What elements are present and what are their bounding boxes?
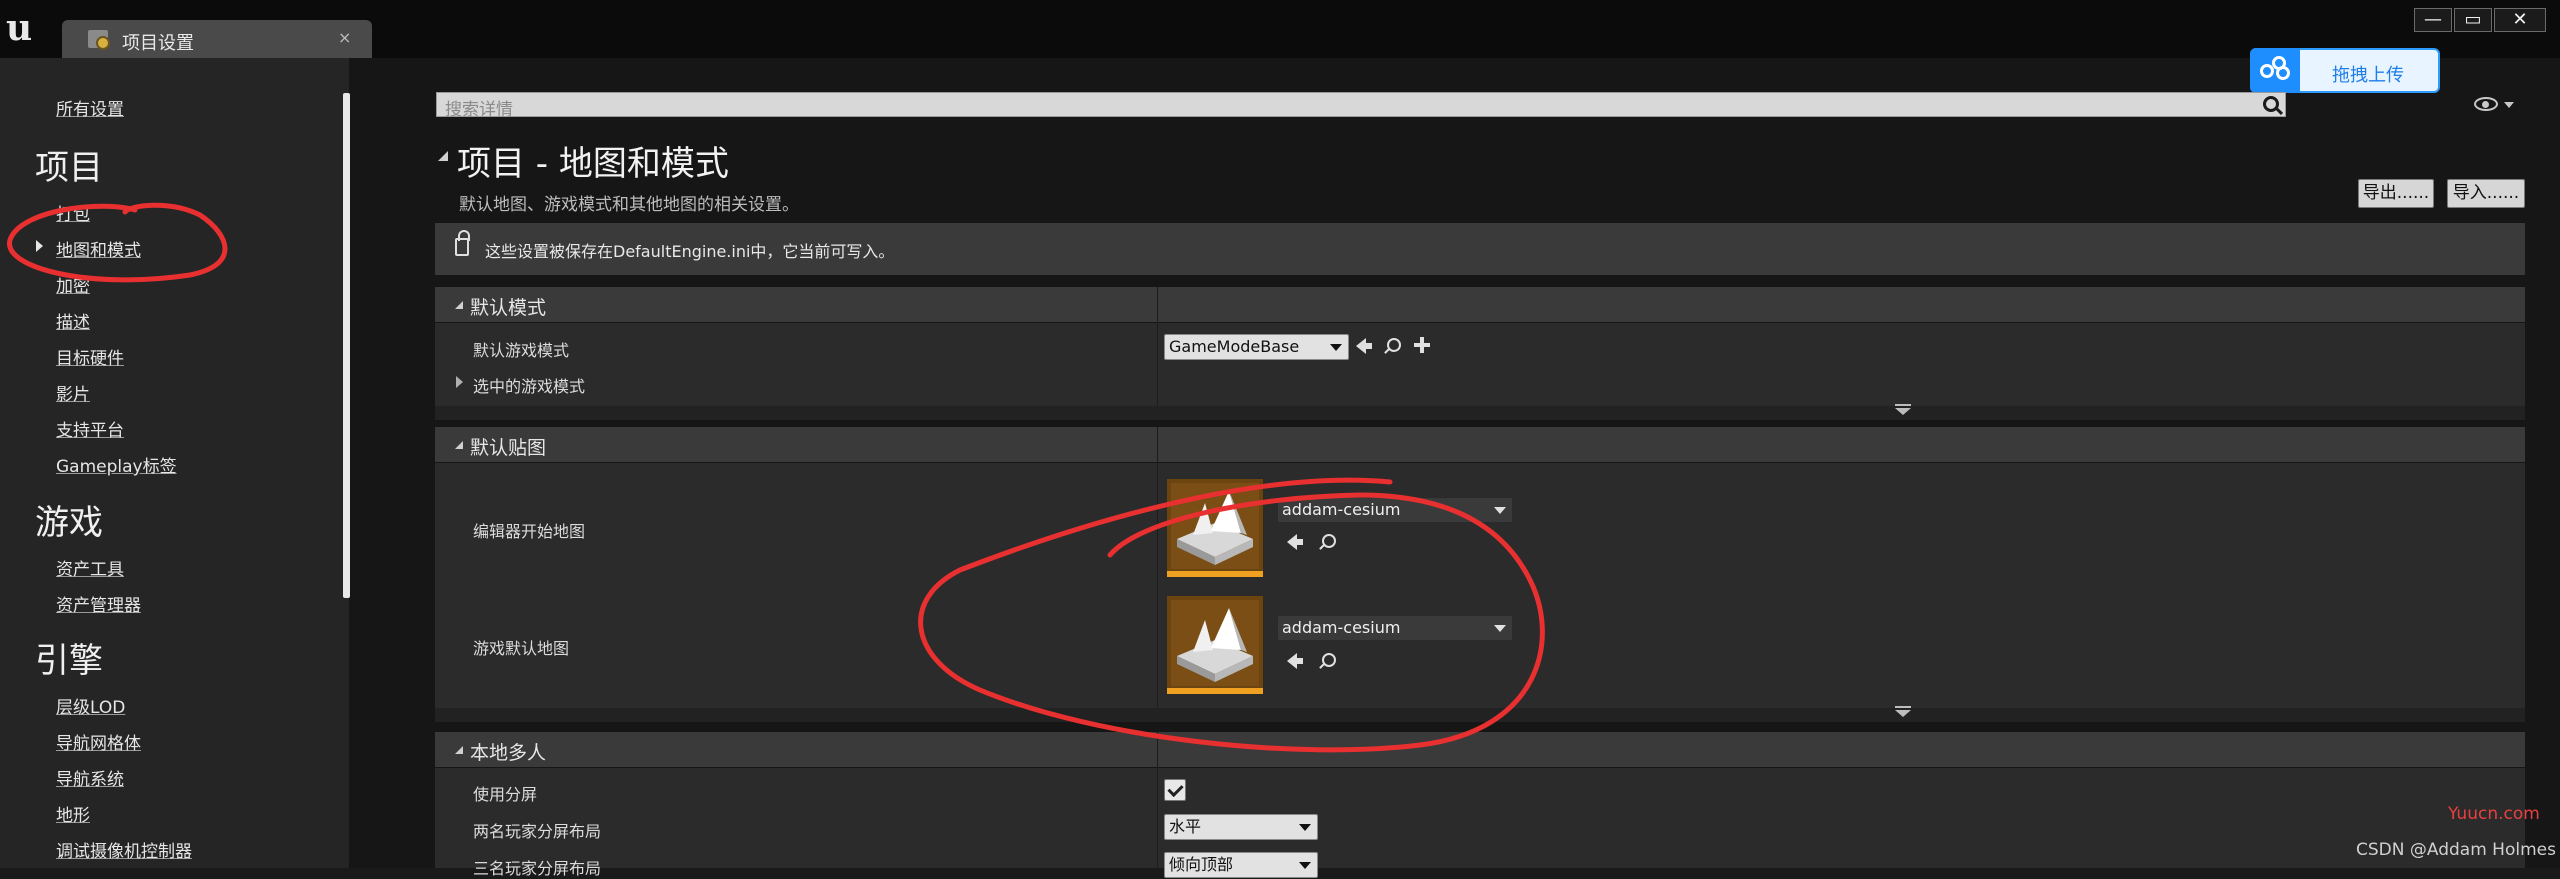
- annotation-circle-sidebar: [7, 202, 228, 283]
- site-watermark: Yuucn.com: [2448, 804, 2540, 824]
- author-watermark: CSDN @Addam Holmes: [2356, 840, 2556, 860]
- annotation-circle-maps: [918, 477, 1545, 753]
- red-annotation-overlay: [7, 202, 1545, 753]
